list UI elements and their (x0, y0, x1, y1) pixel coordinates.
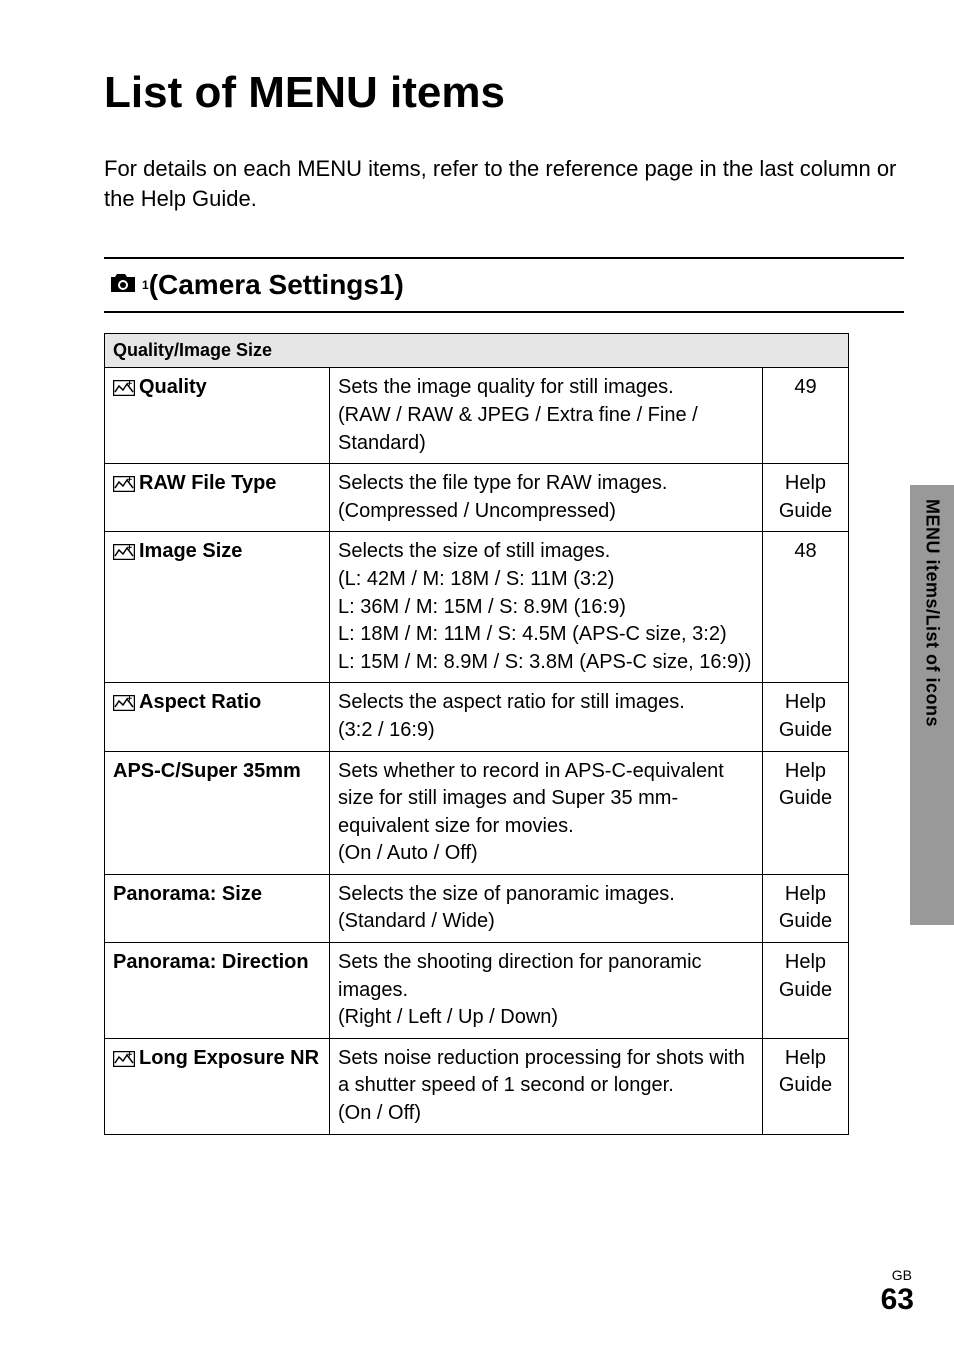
menu-item-ref: Help Guide (763, 683, 849, 751)
menu-item-name: Panorama: Direction (105, 943, 330, 1039)
menu-item-label: Quality (139, 376, 207, 398)
image-mode-icon (113, 1048, 135, 1076)
footer-lang: GB (881, 1267, 912, 1283)
menu-item-desc: Sets noise reduction processing for shot… (330, 1038, 763, 1134)
menu-item-label: Panorama: Direction (113, 951, 309, 973)
menu-item-desc: Selects the file type for RAW images. (C… (330, 464, 763, 532)
section-header: 1 (Camera Settings1) (104, 257, 904, 313)
menu-item-ref: 49 (763, 368, 849, 464)
image-mode-icon (113, 692, 135, 720)
table-row: Image Size Selects the size of still imag… (105, 532, 849, 683)
menu-item-name: Image Size (105, 532, 330, 683)
page: List of MENU items For details on each M… (0, 0, 954, 1345)
image-mode-icon (113, 377, 135, 405)
table-row: RAW File Type Selects the file type for R… (105, 464, 849, 532)
menu-item-name: Panorama: Size (105, 874, 330, 942)
section-title: (Camera Settings1) (149, 269, 404, 301)
menu-item-desc: Sets the image quality for still images.… (330, 368, 763, 464)
table-row: Long Exposure NR Sets noise reduction pro… (105, 1038, 849, 1134)
menu-item-ref: Help Guide (763, 874, 849, 942)
image-mode-icon (113, 473, 135, 501)
menu-item-label: APS-C/Super 35mm (113, 760, 301, 782)
table-body: Quality Sets the image quality for still … (105, 368, 849, 1134)
menu-item-desc: Selects the size of panoramic images. (S… (330, 874, 763, 942)
side-tab: MENU items/List of icons (910, 485, 954, 925)
menu-item-label: Long Exposure NR (139, 1047, 319, 1069)
intro-text: For details on each MENU items, refer to… (104, 154, 904, 213)
menu-item-ref: Help Guide (763, 751, 849, 874)
menu-item-desc: Selects the size of still images. (L: 42… (330, 532, 763, 683)
footer: GB 63 (881, 1267, 914, 1317)
menu-item-desc: Sets whether to record in APS-C-equivale… (330, 751, 763, 874)
menu-item-name: RAW File Type (105, 464, 330, 532)
menu-item-ref: 48 (763, 532, 849, 683)
menu-item-name: APS-C/Super 35mm (105, 751, 330, 874)
menu-item-ref: Help Guide (763, 464, 849, 532)
page-title: List of MENU items (104, 68, 904, 118)
table-row: Panorama: Size Selects the size of panora… (105, 874, 849, 942)
image-mode-icon (113, 541, 135, 569)
menu-item-label: Aspect Ratio (139, 691, 261, 713)
menu-item-label: Image Size (139, 540, 242, 562)
menu-item-ref: Help Guide (763, 943, 849, 1039)
menu-table: Quality/Image Size Quality Sets the image… (104, 333, 849, 1134)
menu-item-ref: Help Guide (763, 1038, 849, 1134)
menu-item-label: RAW File Type (139, 472, 276, 494)
table-row: APS-C/Super 35mm Sets whether to record i… (105, 751, 849, 874)
table-row: Aspect Ratio Selects the aspect ratio for… (105, 683, 849, 751)
menu-item-name: Quality (105, 368, 330, 464)
table-row: Panorama: Direction Sets the shooting dir… (105, 943, 849, 1039)
camera-icon (108, 271, 138, 300)
table-row: Quality Sets the image quality for still … (105, 368, 849, 464)
menu-item-desc: Sets the shooting direction for panorami… (330, 943, 763, 1039)
footer-page-number: 63 (881, 1283, 914, 1316)
menu-item-name: Long Exposure NR (105, 1038, 330, 1134)
camera-icon-sub: 1 (142, 278, 149, 292)
menu-item-label: Panorama: Size (113, 883, 262, 905)
menu-item-desc: Selects the aspect ratio for still image… (330, 683, 763, 751)
side-tab-text: MENU items/List of icons (922, 499, 943, 727)
table-group-header: Quality/Image Size (105, 334, 849, 368)
menu-item-name: Aspect Ratio (105, 683, 330, 751)
